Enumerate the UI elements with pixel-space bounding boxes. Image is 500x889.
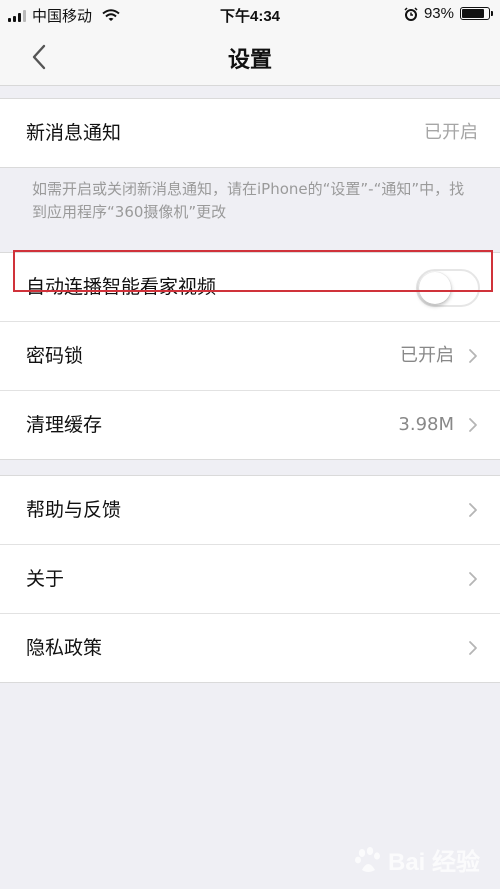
settings-group-about: 帮助与反馈 关于 隐私政策 <box>0 475 500 683</box>
row-label: 隐私政策 <box>26 637 103 659</box>
row-help-feedback[interactable]: 帮助与反馈 <box>0 476 500 545</box>
chevron-right-icon <box>469 641 477 655</box>
alarm-icon <box>404 6 418 21</box>
watermark-text: Bai 经验 <box>387 849 480 876</box>
battery-percent: 93% <box>423 5 454 22</box>
paw-icon <box>354 846 380 872</box>
status-right: 93% <box>404 5 493 22</box>
row-label: 关于 <box>26 568 65 590</box>
baidu-watermark: Bai 经验 <box>354 842 480 877</box>
chevron-right-icon <box>469 349 477 363</box>
status-bar: 中国移动 下午4:34 93% <box>0 0 500 28</box>
autoplay-toggle[interactable] <box>416 269 480 307</box>
row-value: 已开启 <box>424 122 478 143</box>
row-value: 已开启 <box>400 345 454 366</box>
chevron-right-icon <box>469 572 477 586</box>
battery-icon <box>460 7 493 20</box>
notification-footnote: 如需开启或关闭新消息通知，请在iPhone的“设置”-“通知”中，找到应用程序“… <box>32 180 465 221</box>
row-label: 清理缓存 <box>26 414 103 436</box>
row-password-lock[interactable]: 密码锁 已开启 <box>0 322 500 391</box>
row-label: 自动连播智能看家视频 <box>26 276 217 298</box>
row-clear-cache[interactable]: 清理缓存 3.98M <box>0 391 500 459</box>
row-label: 新消息通知 <box>26 122 122 144</box>
toggle-knob <box>419 272 451 304</box>
settings-group-notifications: 新消息通知 已开启 <box>0 98 500 168</box>
chevron-right-icon <box>469 418 477 432</box>
row-label: 帮助与反馈 <box>26 499 122 521</box>
row-privacy-policy[interactable]: 隐私政策 <box>0 614 500 682</box>
row-value: 3.98M <box>398 414 454 435</box>
row-autoplay-video: 自动连播智能看家视频 <box>0 253 500 322</box>
row-new-message-notification[interactable]: 新消息通知 已开启 <box>0 99 500 167</box>
settings-group-general: 自动连播智能看家视频 密码锁 已开启 清理缓存 3.98M <box>0 252 500 460</box>
row-label: 密码锁 <box>26 345 84 367</box>
chevron-right-icon <box>469 503 477 517</box>
page-title: 设置 <box>227 48 272 73</box>
navigation-bar: 设置 <box>0 28 500 86</box>
row-about[interactable]: 关于 <box>0 545 500 614</box>
